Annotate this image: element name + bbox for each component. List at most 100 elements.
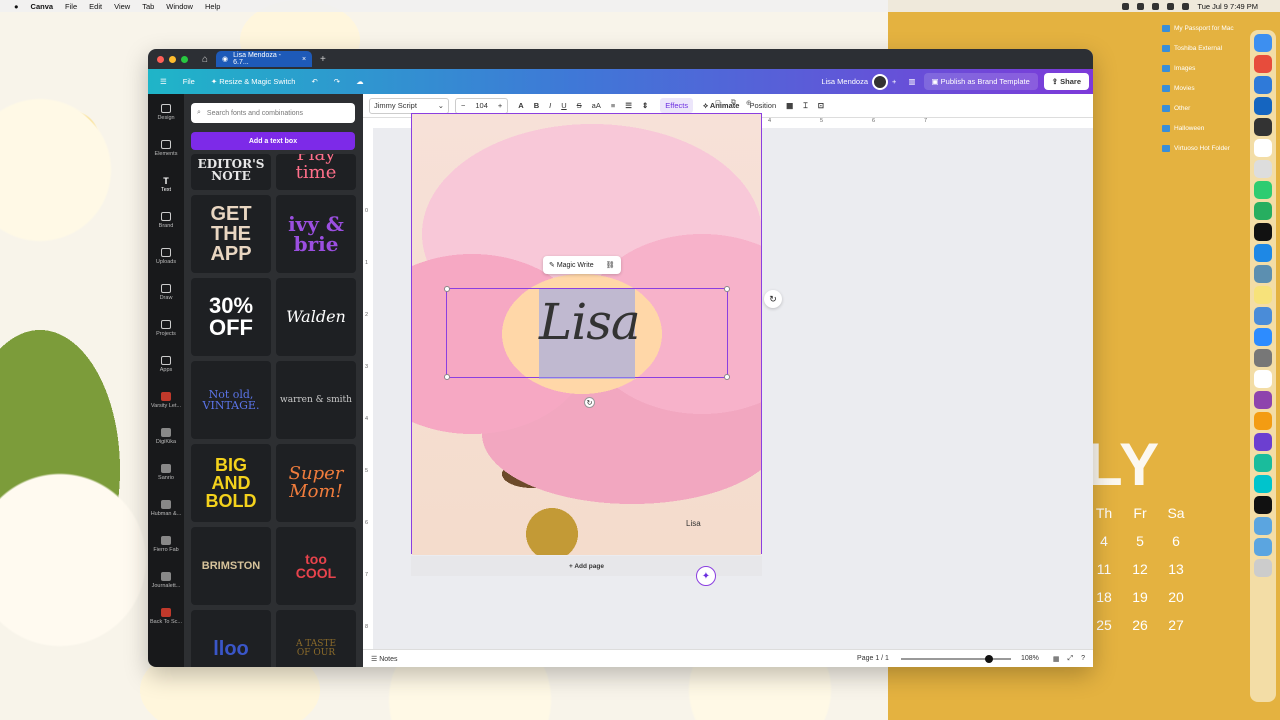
rail-brand[interactable]: Brand	[148, 202, 184, 238]
desktop-icon[interactable]: Movies	[1162, 78, 1262, 98]
home-icon[interactable]: ⌂	[202, 54, 208, 65]
desktop-icon[interactable]: My Passport for Mac	[1162, 18, 1262, 38]
font-combo-card[interactable]: Not old, VINTAGE.	[191, 361, 271, 439]
lisa-script-text[interactable]: Lisa	[539, 293, 641, 351]
downloads-icon[interactable]	[1254, 538, 1272, 556]
menu-window[interactable]: Window	[166, 2, 193, 11]
close-window-button[interactable]	[157, 55, 164, 63]
list-icon[interactable]: ☰	[625, 101, 632, 110]
font-combo-card[interactable]: lloo	[191, 610, 271, 667]
resize-handle[interactable]	[724, 374, 730, 380]
italic-icon[interactable]: I	[549, 101, 551, 110]
desktop-icon[interactable]: Toshiba External	[1162, 38, 1262, 58]
wifi-icon[interactable]	[1152, 2, 1160, 10]
close-tab-icon[interactable]: ×	[302, 56, 306, 63]
menu-tab[interactable]: Tab	[142, 2, 154, 11]
battery-icon[interactable]	[1167, 2, 1175, 10]
add-collaborator-icon[interactable]: +	[892, 77, 896, 86]
magic-assistant-icon[interactable]: ✦	[696, 566, 716, 586]
imovie-icon[interactable]	[1254, 433, 1272, 451]
rail-elements[interactable]: Elements	[148, 130, 184, 166]
appstore-icon[interactable]	[1254, 244, 1272, 262]
calculator-icon[interactable]	[1254, 118, 1272, 136]
font-combo-card[interactable]: GET THE APP	[191, 195, 271, 273]
rail-uploads[interactable]: Uploads	[148, 238, 184, 274]
facetime-icon[interactable]	[1254, 202, 1272, 220]
underline-icon[interactable]: U	[561, 101, 566, 110]
rail-draw[interactable]: Draw	[148, 274, 184, 310]
font-combo-card[interactable]: too COOL	[276, 527, 356, 605]
zoom-icon[interactable]	[1254, 265, 1272, 283]
text-color-icon[interactable]: A	[518, 101, 523, 110]
desktop-icon[interactable]: Images	[1162, 58, 1262, 78]
menu-view[interactable]: View	[114, 2, 130, 11]
lock-icon[interactable]: ⊡	[818, 101, 824, 110]
font-combo-card[interactable]: EDITOR'S NOTE	[191, 154, 271, 190]
font-combo-card[interactable]: warren & smith	[276, 361, 356, 439]
transparency-icon[interactable]: ▦	[786, 101, 793, 110]
menu-app-name[interactable]: Canva	[31, 2, 54, 11]
text-selection-box[interactable]: Lisa	[444, 286, 730, 380]
help-icon[interactable]: ?	[1081, 655, 1085, 662]
notes-icon[interactable]	[1254, 160, 1272, 178]
font-combo-card[interactable]: 30% OFF	[191, 278, 271, 356]
duplicate-page-icon[interactable]: ⧉	[731, 99, 736, 107]
font-combo-card[interactable]: BRIMSTON	[191, 527, 271, 605]
bold-icon[interactable]: B	[534, 101, 539, 110]
add-page-icon[interactable]: ⊕	[746, 99, 752, 107]
notes-button[interactable]: ☰ Notes	[371, 655, 398, 663]
rail-app[interactable]: DigiKika	[148, 418, 184, 454]
font-family-select[interactable]: Jimmy Script ⌄	[369, 97, 449, 114]
rail-app[interactable]: Fierro Fab	[148, 526, 184, 562]
font-combo-card[interactable]: Super Mom!	[276, 444, 356, 522]
cricut-icon[interactable]	[1254, 370, 1272, 388]
font-combo-card[interactable]: Walden	[276, 278, 356, 356]
outlook-icon[interactable]	[1254, 97, 1272, 115]
new-tab-icon[interactable]: +	[320, 54, 326, 65]
lock-page-icon[interactable]: ⊡	[715, 99, 721, 107]
dropbox-icon[interactable]	[1137, 2, 1145, 10]
rail-app[interactable]: Varsity Let...	[148, 382, 184, 418]
letter-case-icon[interactable]: aA	[592, 101, 601, 110]
add-text-box-button[interactable]: Add a text box	[191, 132, 355, 150]
spacing-icon[interactable]: ⇕	[642, 101, 648, 110]
onepassword-icon[interactable]	[1254, 307, 1272, 325]
rail-app[interactable]: Sanrio	[148, 454, 184, 490]
publish-brand-template-button[interactable]: ▣ Publish as Brand Template	[923, 73, 1038, 90]
zoom-slider-knob[interactable]	[984, 654, 993, 663]
share-button[interactable]: ⇪ Share	[1043, 73, 1089, 90]
canva-icon[interactable]	[1254, 475, 1272, 493]
menubar-clock[interactable]: Tue Jul 9 7:49 PM	[1197, 2, 1258, 11]
page-indicator[interactable]: Page 1 / 1	[857, 655, 889, 662]
paint-format-icon[interactable]: ⌶	[803, 101, 808, 111]
cloud-save-icon[interactable]: ☁	[356, 77, 364, 86]
menu-edit[interactable]: Edit	[89, 2, 102, 11]
appletv-icon[interactable]	[1254, 223, 1272, 241]
insights-icon[interactable]: ▥	[908, 77, 915, 86]
silhouette-icon[interactable]	[1254, 454, 1272, 472]
photos-icon[interactable]	[1254, 412, 1272, 430]
effects-button[interactable]: Effects	[660, 98, 694, 113]
resize-handle[interactable]	[724, 286, 730, 292]
minimize-window-button[interactable]	[169, 55, 176, 63]
redo-icon[interactable]: ↷	[334, 77, 340, 86]
align-icon[interactable]: ≡	[611, 101, 615, 110]
font-size-value[interactable]: 104	[470, 101, 493, 110]
rotate-handle-icon[interactable]: ↻	[584, 397, 595, 408]
folder-icon[interactable]	[1254, 517, 1272, 535]
font-combo-card[interactable]: ivy & brie	[276, 195, 356, 273]
position-button[interactable]: Position	[749, 101, 776, 110]
rail-app[interactable]: Journalett...	[148, 562, 184, 598]
menu-file[interactable]: File	[65, 2, 77, 11]
grid-view-icon[interactable]: ▦	[1053, 655, 1060, 663]
capcut-icon[interactable]	[1254, 496, 1272, 514]
stickies-icon[interactable]	[1254, 286, 1272, 304]
menu-icon[interactable]: ☰	[160, 77, 167, 86]
design-page[interactable]: ✎ Magic Write ⛓ Lisa ↻ Lisa	[411, 113, 762, 555]
font-combo-card[interactable]: A TASTE OF OUR	[276, 610, 356, 667]
refresh-icon[interactable]: ↻	[764, 290, 782, 308]
desktop-icon[interactable]: Other	[1162, 98, 1262, 118]
scanner-icon[interactable]	[1254, 349, 1272, 367]
font-combo-card[interactable]: BIG AND BOLD	[191, 444, 271, 522]
font-combo-card[interactable]: Play time	[276, 154, 356, 190]
